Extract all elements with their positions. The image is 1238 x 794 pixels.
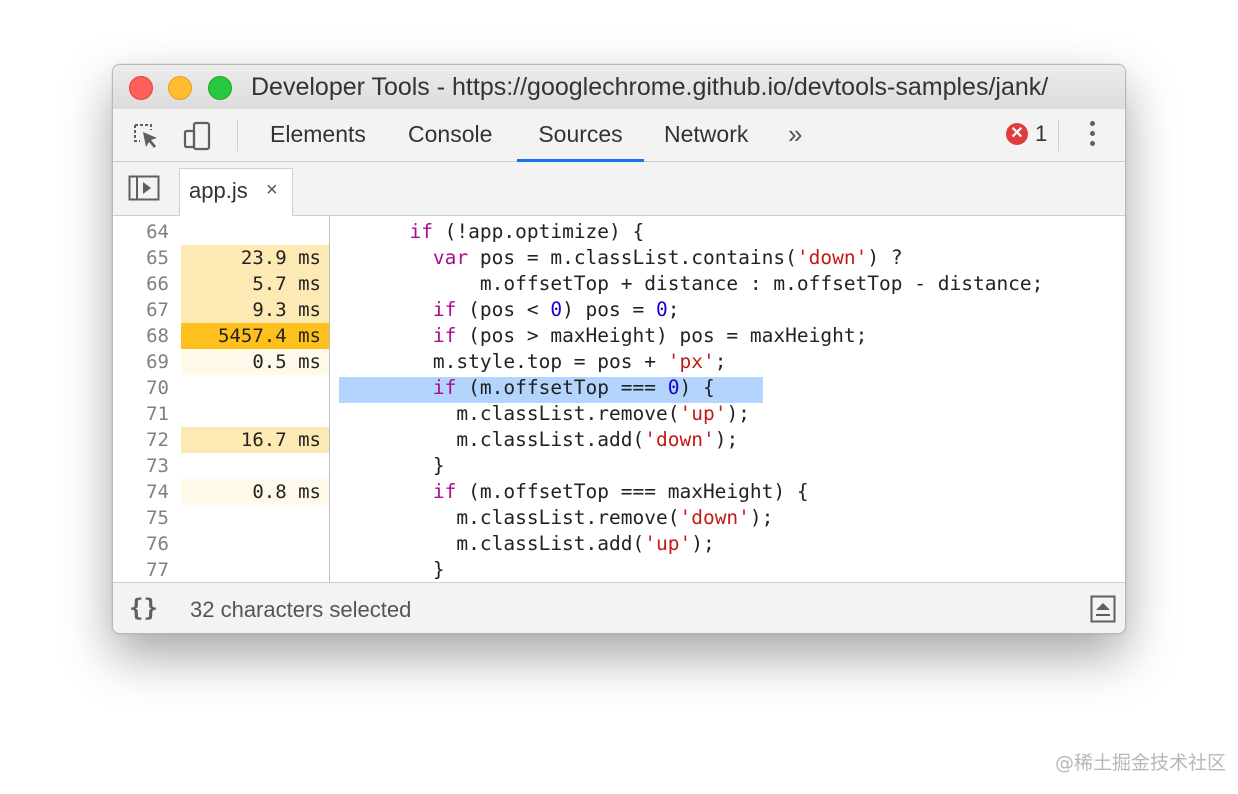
devtools-window: Developer Tools - https://googlechrome.g…: [112, 64, 1126, 634]
tab-console[interactable]: Console: [398, 109, 502, 162]
code-line-64[interactable]: if (!app.optimize) {: [339, 219, 644, 245]
line-timing: 9.3 ms: [181, 297, 329, 323]
pretty-print-button[interactable]: {}: [129, 594, 158, 622]
zoom-window-button[interactable]: [208, 76, 232, 100]
gutter-row: 73: [113, 453, 1125, 479]
tab-network[interactable]: Network: [654, 109, 758, 162]
code-line-74[interactable]: if (m.offsetTop === maxHeight) {: [339, 479, 809, 505]
line-number[interactable]: 65: [113, 245, 169, 271]
code-line-71[interactable]: m.classList.remove('up');: [339, 401, 750, 427]
line-number[interactable]: 74: [113, 479, 169, 505]
minimize-window-button[interactable]: [168, 76, 192, 100]
line-timing: 16.7 ms: [181, 427, 329, 453]
line-number[interactable]: 72: [113, 427, 169, 453]
code-line-69[interactable]: m.style.top = pos + 'px';: [339, 349, 727, 375]
line-number[interactable]: 76: [113, 531, 169, 557]
line-number[interactable]: 70: [113, 375, 169, 401]
toggle-navigator-icon[interactable]: [128, 175, 160, 201]
error-count[interactable]: 1: [1035, 121, 1047, 147]
window-title: Developer Tools - https://googlechrome.g…: [251, 73, 1049, 101]
code-line-75[interactable]: m.classList.remove('down');: [339, 505, 773, 531]
line-timing: [181, 505, 329, 531]
line-number[interactable]: 71: [113, 401, 169, 427]
file-tab-label: app.js: [189, 178, 248, 203]
device-toolbar-icon[interactable]: [183, 121, 213, 151]
line-number[interactable]: 66: [113, 271, 169, 297]
toolbar-divider: [237, 119, 238, 151]
error-icon[interactable]: ✕: [1006, 123, 1028, 145]
selection-status: 32 characters selected: [190, 597, 412, 622]
line-timing: 0.8 ms: [181, 479, 329, 505]
more-tabs-chevron-icon[interactable]: »: [788, 109, 802, 162]
line-timing: 5.7 ms: [181, 271, 329, 297]
line-number[interactable]: 77: [113, 557, 169, 582]
gutter-divider: [329, 216, 330, 582]
status-bar: {} 32 characters selected: [113, 582, 1125, 633]
line-timing: [181, 375, 329, 401]
code-line-73[interactable]: }: [339, 453, 445, 479]
code-line-68[interactable]: if (pos > maxHeight) pos = maxHeight;: [339, 323, 867, 349]
line-number[interactable]: 68: [113, 323, 169, 349]
tab-elements[interactable]: Elements: [260, 109, 376, 162]
line-timing: 23.9 ms: [181, 245, 329, 271]
file-tab-app-js[interactable]: app.js ×: [179, 168, 293, 217]
line-timing: [181, 401, 329, 427]
inspect-element-icon[interactable]: [131, 121, 161, 151]
more-options-icon[interactable]: [1088, 121, 1096, 151]
line-number[interactable]: 69: [113, 349, 169, 375]
gutter-row: 77: [113, 557, 1125, 582]
code-line-70[interactable]: if (m.offsetTop === 0) {: [339, 375, 715, 401]
code-line-67[interactable]: if (pos < 0) pos = 0;: [339, 297, 680, 323]
tab-sources[interactable]: Sources: [517, 109, 644, 162]
line-timing: 0.5 ms: [181, 349, 329, 375]
file-tab-bar: app.js ×: [113, 162, 1125, 217]
line-number[interactable]: 67: [113, 297, 169, 323]
code-line-65[interactable]: var pos = m.classList.contains('down') ?: [339, 245, 903, 271]
code-line-76[interactable]: m.classList.add('up');: [339, 531, 714, 557]
line-number[interactable]: 73: [113, 453, 169, 479]
line-number[interactable]: 64: [113, 219, 169, 245]
line-timing: [181, 453, 329, 479]
main-toolbar: Elements Console Sources Network » ✕ 1: [113, 109, 1125, 162]
close-window-button[interactable]: [129, 76, 153, 100]
line-number[interactable]: 75: [113, 505, 169, 531]
line-timing: [181, 219, 329, 245]
title-bar: Developer Tools - https://googlechrome.g…: [113, 65, 1125, 109]
code-editor[interactable]: 64 65 23.9 ms 66 5.7 ms 67 9.3 ms 68 5457.4 ms 69…: [113, 216, 1125, 582]
code-line-66[interactable]: m.offsetTop + distance : m.offsetTop - d…: [339, 271, 1044, 297]
watermark: @稀土掘金技术社区: [1055, 752, 1227, 774]
line-timing: [181, 531, 329, 557]
close-tab-icon[interactable]: ×: [266, 179, 278, 202]
code-line-77[interactable]: }: [339, 557, 445, 582]
code-line-72[interactable]: m.classList.add('down');: [339, 427, 738, 453]
toolbar-divider: [1058, 119, 1059, 151]
show-drawer-icon[interactable]: [1090, 595, 1116, 623]
line-timing: [181, 557, 329, 582]
line-timing: 5457.4 ms: [181, 323, 329, 349]
